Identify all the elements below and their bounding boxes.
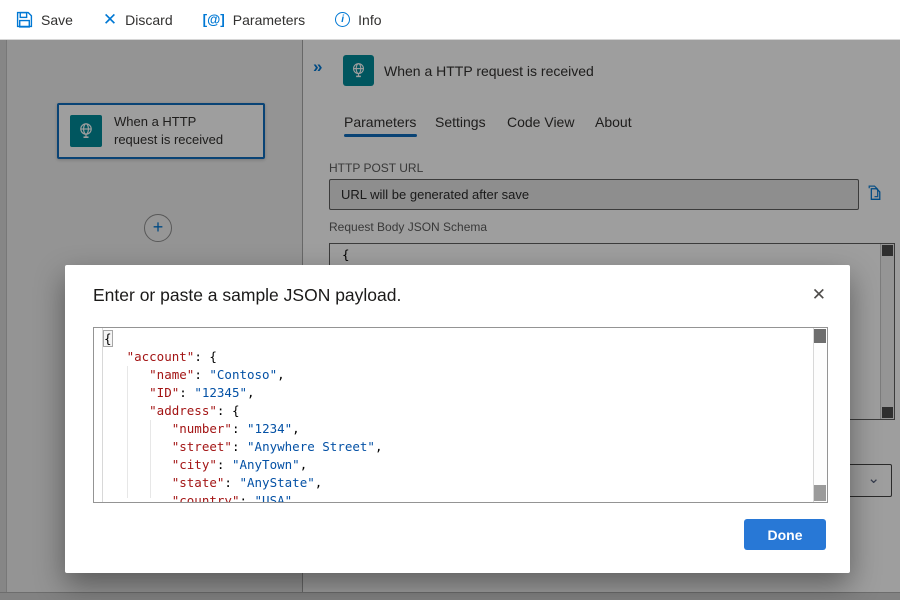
designer-workspace: When a HTTP request is received + » When… — [0, 40, 900, 600]
parameters-label: Parameters — [233, 12, 305, 28]
save-label: Save — [41, 12, 73, 28]
code-line: "city": "AnyTown", — [104, 456, 811, 474]
info-label: Info — [358, 12, 381, 28]
done-button[interactable]: Done — [744, 519, 826, 550]
editor-scrollbar[interactable] — [813, 328, 827, 502]
discard-icon: ✕ — [103, 11, 117, 28]
dialog-title: Enter or paste a sample JSON payload. — [93, 285, 401, 306]
code-line: "street": "Anywhere Street", — [104, 438, 811, 456]
editor-left-rail — [102, 328, 103, 502]
json-code[interactable]: { "account": { "name": "Contoso", "ID": … — [104, 330, 811, 503]
sample-payload-dialog: Enter or paste a sample JSON payload. ✕ … — [65, 265, 850, 573]
parameters-icon: [@] — [203, 12, 225, 27]
parameters-button[interactable]: [@] Parameters — [203, 12, 306, 28]
save-icon — [16, 11, 33, 28]
code-line: "country": "USA", — [104, 492, 811, 503]
json-payload-editor[interactable]: { "account": { "name": "Contoso", "ID": … — [93, 327, 828, 503]
info-icon: i — [335, 12, 350, 27]
close-icon[interactable]: ✕ — [808, 283, 830, 307]
code-line: "address": { — [104, 402, 811, 420]
discard-button[interactable]: ✕ Discard — [103, 11, 173, 28]
logic-app-designer: Save ✕ Discard [@] Parameters i Info — [0, 0, 900, 600]
code-line: "account": { — [104, 348, 811, 366]
save-button[interactable]: Save — [16, 11, 73, 28]
designer-toolbar: Save ✕ Discard [@] Parameters i Info — [0, 0, 900, 40]
info-button[interactable]: i Info — [335, 12, 381, 28]
scrollbar-thumb[interactable] — [814, 329, 826, 343]
code-line: "name": "Contoso", — [104, 366, 811, 384]
code-line: "number": "1234", — [104, 420, 811, 438]
discard-label: Discard — [125, 12, 172, 28]
code-line: "ID": "12345", — [104, 384, 811, 402]
code-line: "state": "AnyState", — [104, 474, 811, 492]
scrollbar-bottom-block[interactable] — [814, 485, 826, 501]
code-line: { — [104, 330, 811, 348]
